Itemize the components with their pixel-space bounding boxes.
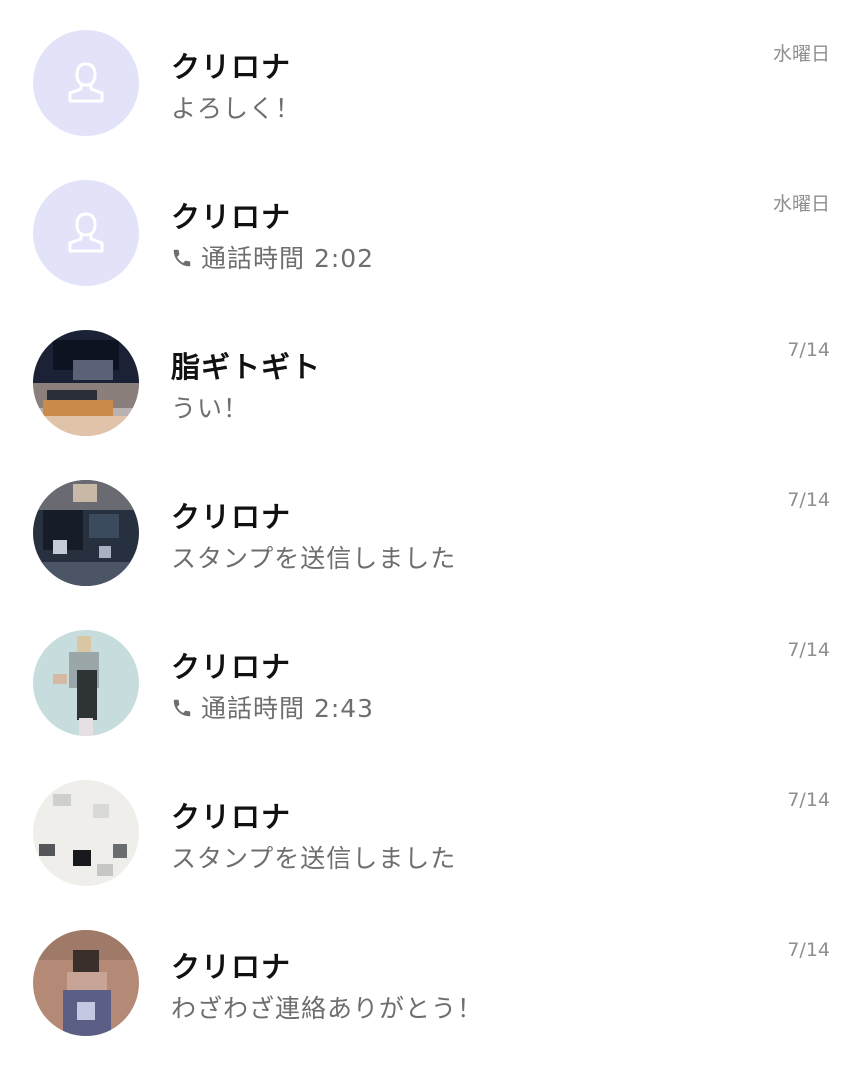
default-user-icon <box>33 30 139 136</box>
call-duration-text: 通話時間 2:43 <box>201 694 375 723</box>
user-avatar-photo <box>33 630 139 736</box>
chat-preview: スタンプを送信しました <box>171 844 457 873</box>
chat-list-item[interactable]: 脂ギトギト うい！ 7/14 <box>0 306 862 456</box>
chat-list-item[interactable]: クリロナ スタンプを送信しました 7/14 <box>0 756 862 906</box>
chat-date: 水曜日 <box>772 43 830 65</box>
chat-list-item[interactable]: クリロナ 通話時間 2:43 7/14 <box>0 606 862 756</box>
chat-date: 7/14 <box>787 939 830 961</box>
chat-date: 7/14 <box>787 489 830 511</box>
user-avatar-photo <box>33 930 139 1036</box>
chat-preview: わざわざ連絡ありがとう！ <box>171 994 484 1023</box>
chat-name: 脂ギトギト <box>171 350 322 384</box>
chat-name: クリロナ <box>171 800 292 834</box>
chat-list-item[interactable]: クリロナ スタンプを送信しました 7/14 <box>0 456 862 606</box>
chat-date: 水曜日 <box>772 193 830 215</box>
chat-date: 7/14 <box>787 789 830 811</box>
user-avatar-photo <box>33 330 139 436</box>
phone-icon <box>173 249 191 267</box>
phone-icon <box>173 699 191 717</box>
chat-preview: 通話時間 2:02 <box>171 239 374 275</box>
user-avatar-photo <box>33 780 139 886</box>
chat-list-item[interactable]: クリロナ わざわざ連絡ありがとう！ 7/14 <box>0 906 862 1056</box>
chat-name: クリロナ <box>171 500 292 534</box>
chat-name: クリロナ <box>171 650 292 684</box>
chat-date: 7/14 <box>787 639 830 661</box>
default-user-icon <box>33 180 139 286</box>
chat-list-item[interactable]: クリロナ よろしく！ 水曜日 <box>0 6 862 156</box>
call-duration-text: 通話時間 2:02 <box>201 244 375 273</box>
chat-preview: うい！ <box>171 394 250 423</box>
chat-list-item[interactable]: クリロナ 通話時間 2:02 水曜日 <box>0 156 862 306</box>
chat-name: クリロナ <box>171 950 292 984</box>
chat-name: クリロナ <box>171 200 292 234</box>
chat-list: クリロナ よろしく！ 水曜日 クリロナ 通話時間 2:02 水曜日 脂ギトギト … <box>0 0 862 1069</box>
chat-date: 7/14 <box>787 339 830 361</box>
chat-preview: よろしく！ <box>171 94 302 123</box>
chat-preview: スタンプを送信しました <box>171 544 457 573</box>
chat-preview: 通話時間 2:43 <box>171 689 374 725</box>
user-avatar-photo <box>33 480 139 586</box>
chat-name: クリロナ <box>171 50 292 84</box>
